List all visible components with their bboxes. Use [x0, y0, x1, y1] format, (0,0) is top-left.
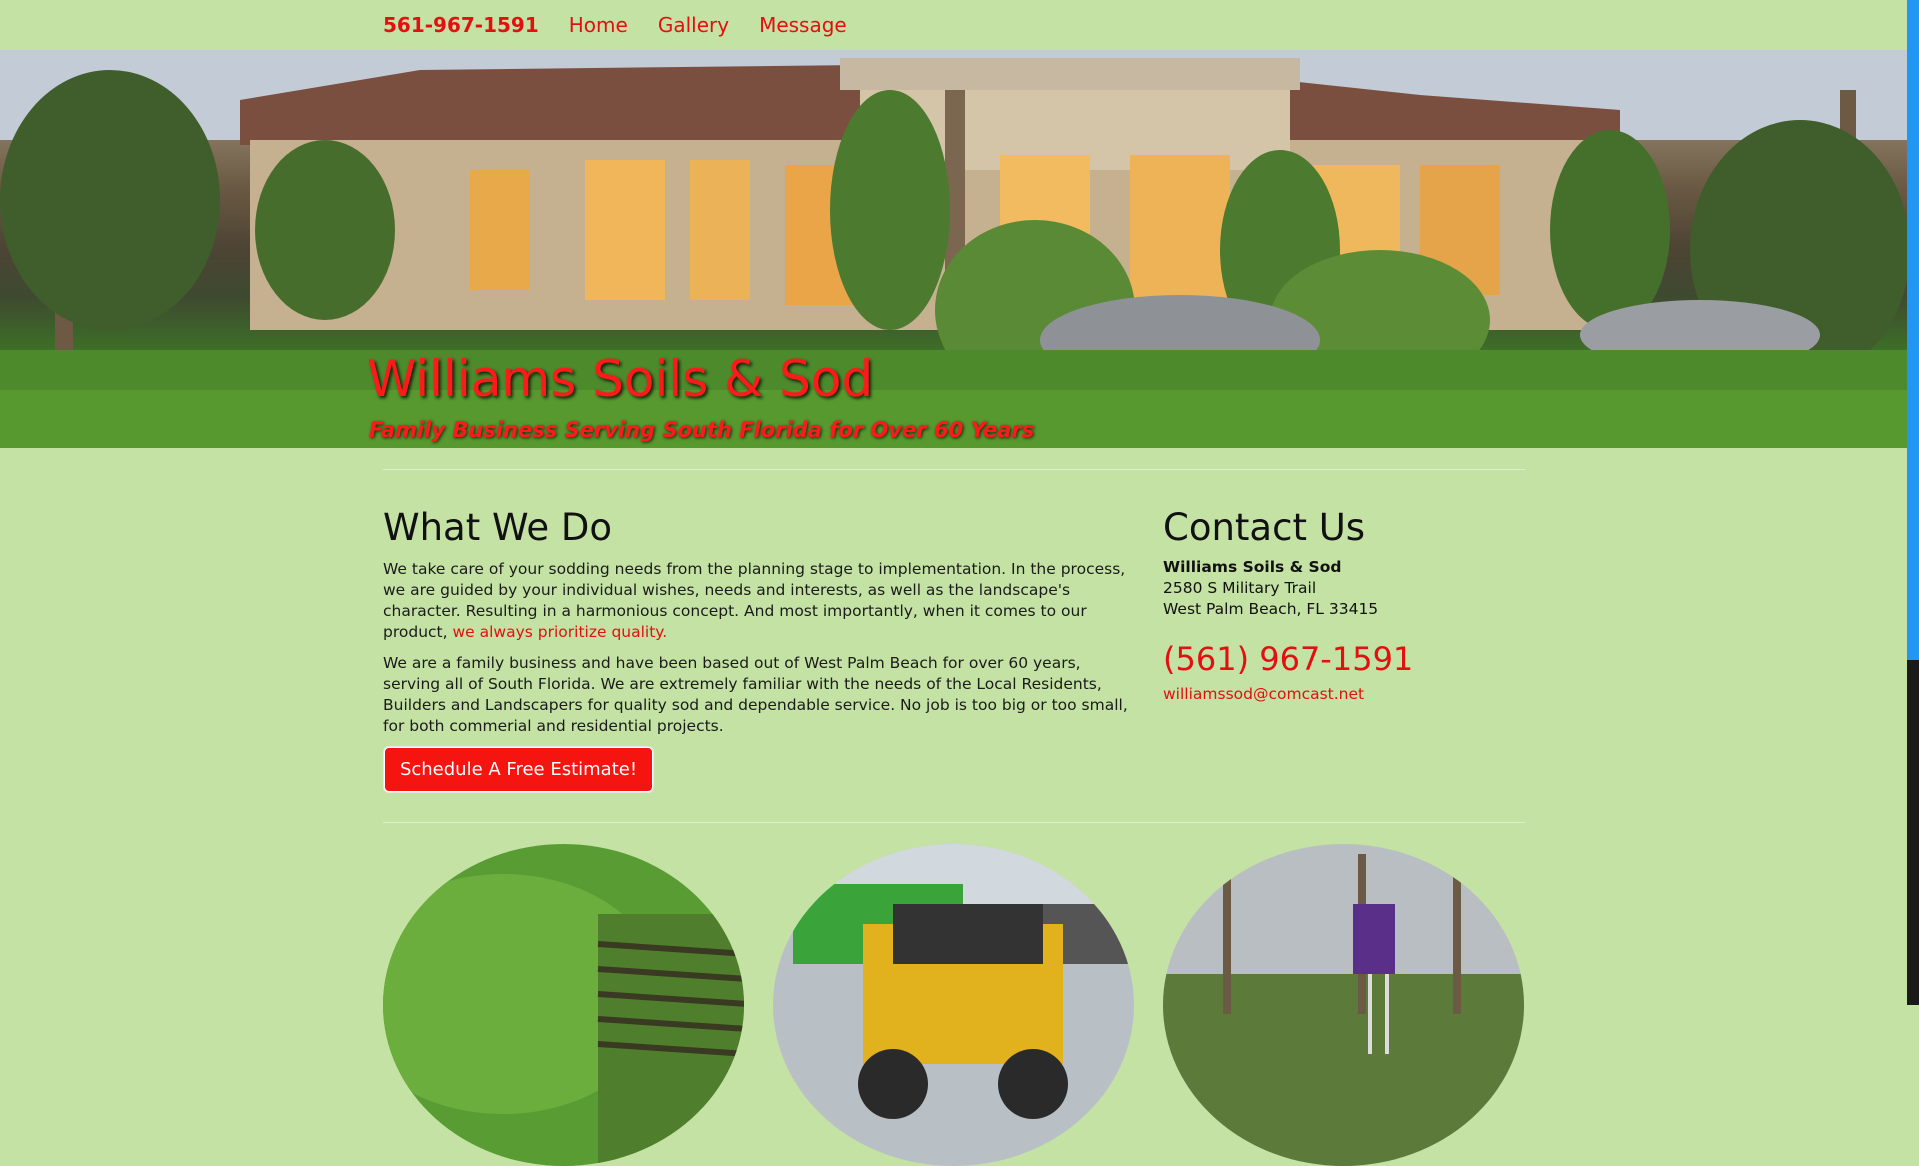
- top-navbar: 561-967-1591 Home Gallery Message: [0, 0, 1907, 51]
- nav-phone-link[interactable]: 561-967-1591: [383, 13, 539, 37]
- what-we-do-heading: What We Do: [383, 506, 613, 549]
- what-we-do-paragraph-2: We are a family business and have been b…: [383, 654, 1128, 735]
- schedule-estimate-button[interactable]: Schedule A Free Estimate!: [384, 747, 653, 792]
- nav-message-link[interactable]: Message: [759, 13, 847, 37]
- contact-street: 2580 S Military Trail: [1163, 579, 1317, 597]
- contact-email-link[interactable]: williamssod@comcast.net: [1163, 685, 1364, 703]
- coming-soon-sign-image: [1163, 844, 1524, 1166]
- equipment-truck-image: [773, 844, 1134, 1166]
- divider-top: [383, 469, 1525, 470]
- contact-city: West Palm Beach, FL 33415: [1163, 600, 1379, 618]
- contact-company-name: Williams Soils & Sod: [1163, 558, 1342, 576]
- contact-phone[interactable]: (561) 967-1591: [1163, 640, 1413, 678]
- what-we-do-paragraph-1: We take care of your sodding needs from …: [383, 559, 1133, 643]
- hero-subtitle: Family Business Serving South Florida fo…: [369, 418, 1035, 442]
- page-scrollbar[interactable]: [1907, 0, 1919, 1005]
- nav-links: 561-967-1591 Home Gallery Message: [383, 0, 847, 50]
- contact-heading: Contact Us: [1163, 506, 1366, 549]
- nav-gallery-link[interactable]: Gallery: [658, 13, 729, 37]
- quality-highlight: we always prioritize quality.: [452, 623, 668, 641]
- hero-house-image: [0, 50, 1907, 448]
- hero-title: Williams Soils & Sod: [367, 350, 874, 408]
- divider-bottom: [383, 822, 1525, 823]
- nav-home-link[interactable]: Home: [569, 13, 628, 37]
- hero-banner: Williams Soils & Sod Family Business Ser…: [0, 50, 1907, 448]
- sod-rolls-image: [383, 844, 744, 1166]
- scrollbar-thumb[interactable]: [1907, 660, 1919, 1005]
